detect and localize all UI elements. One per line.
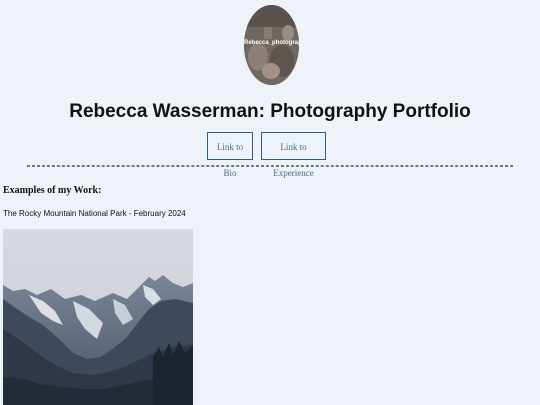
link-to-bio-button[interactable]: Link to Bio (207, 132, 253, 178)
link-to-experience-button[interactable]: Link to Experience (261, 132, 326, 178)
mountain-photo-image (3, 229, 193, 405)
section-heading: Examples of my Work: (3, 185, 102, 196)
page-title: Rebecca Wasserman: Photography Portfolio (69, 101, 471, 122)
logo-avatar: Rebecca_photography (244, 5, 299, 85)
section-divider (27, 165, 513, 167)
photo-caption: The Rocky Mountain National Park - Febru… (3, 209, 186, 218)
mountain-photo (3, 229, 193, 405)
logo-text: Rebecca_photography (244, 40, 299, 46)
